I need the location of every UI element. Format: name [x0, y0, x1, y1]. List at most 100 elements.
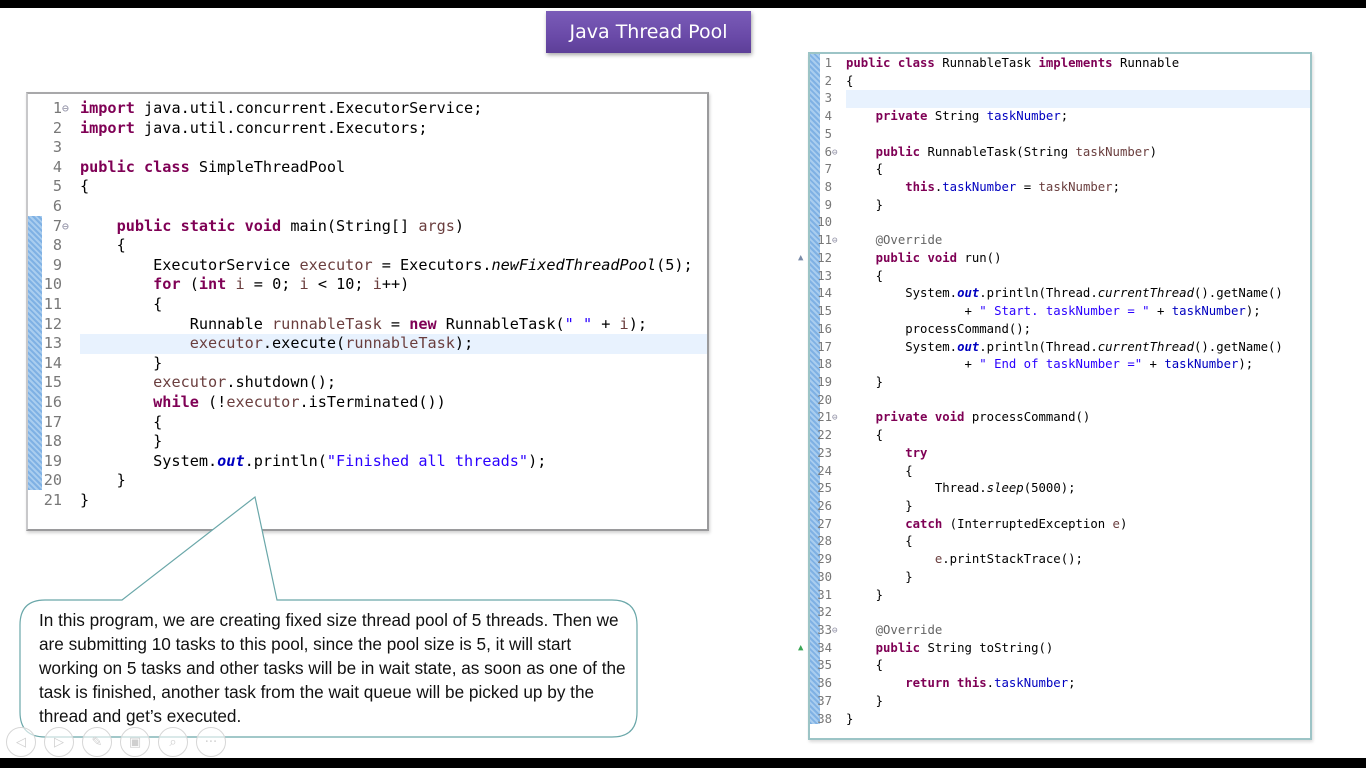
code-line[interactable]: 24 { — [810, 463, 1310, 481]
code-line[interactable]: 20 — [810, 392, 1310, 410]
code-line[interactable]: 26 } — [810, 498, 1310, 516]
fold-gutter — [62, 236, 76, 256]
code-line[interactable]: 23 try — [810, 445, 1310, 463]
fold-gutter — [62, 197, 76, 217]
code-line[interactable]: 32 — [810, 604, 1310, 622]
code-line[interactable]: 16 while (!executor.isTerminated()) — [28, 393, 707, 413]
code-lines: 1 public class RunnableTask implements Ru… — [798, 55, 1310, 729]
line-number: 13 — [817, 268, 832, 283]
code-text: @Override — [875, 233, 943, 248]
code-line[interactable]: 12 ▲ public void run() — [798, 250, 1310, 268]
code-line[interactable]: 14 System.out.println(Thread.currentThre… — [810, 285, 1310, 303]
code-line[interactable]: 30 } — [810, 569, 1310, 587]
code-text: public RunnableTask(String taskNumber) — [875, 144, 1157, 159]
code-line[interactable]: 19 } — [810, 374, 1310, 392]
code-text: } — [846, 374, 884, 389]
code-line[interactable]: 3 — [28, 138, 707, 158]
code-line[interactable]: 17 System.out.println(Thread.currentThre… — [810, 339, 1310, 357]
code-line[interactable]: 36 return this.taskNumber; — [810, 675, 1310, 693]
implements-marker-icon[interactable]: ▲ — [798, 640, 803, 658]
code-line[interactable]: 4 public class SimpleThreadPool — [28, 158, 707, 178]
code-line[interactable]: 10 — [810, 214, 1310, 232]
fold-collapse-icon[interactable]: ⊖ — [62, 99, 76, 119]
code-line[interactable]: 31 } — [810, 587, 1310, 605]
code-line[interactable]: 2{ — [810, 73, 1310, 91]
code-line[interactable]: 2 import java.util.concurrent.Executors; — [28, 119, 707, 139]
code-line[interactable]: 13 { — [810, 268, 1310, 286]
code-line[interactable]: 28 { — [810, 533, 1310, 551]
code-text: + " Start. taskNumber = " + taskNumber); — [846, 304, 1261, 319]
code-line[interactable]: 13 executor.execute(runnableTask); — [28, 334, 707, 354]
code-line[interactable]: 22 { — [810, 427, 1310, 445]
code-line[interactable]: 5{ — [28, 177, 707, 197]
fold-gutter — [832, 108, 844, 126]
code-line[interactable]: 1 ⊖ import java.util.concurrent.ExecutorSe… — [28, 99, 707, 119]
code-line[interactable]: 15 + " Start. taskNumber = " + taskNumbe… — [810, 303, 1310, 321]
line-number: 8 — [824, 180, 832, 195]
slides-button[interactable]: ▣ — [120, 727, 150, 757]
pen-button[interactable]: ✎ — [82, 727, 112, 757]
code-line[interactable]: 27 catch (InterruptedException e) — [810, 516, 1310, 534]
code-line[interactable]: 33 ⊖ @Override — [810, 622, 1310, 640]
code-line[interactable]: 35 { — [810, 657, 1310, 675]
code-line[interactable]: 18 } — [28, 432, 707, 452]
code-line[interactable]: 4 private String taskNumber; — [810, 108, 1310, 126]
fold-collapse-icon[interactable]: ⊖ — [832, 232, 844, 250]
code-line[interactable]: 12 Runnable runnableTask = new RunnableT… — [28, 315, 707, 335]
code-line[interactable]: 1 public class RunnableTask implements Ru… — [810, 55, 1310, 73]
override-marker-icon[interactable]: ▲ — [798, 250, 803, 268]
code-line[interactable]: 34 ▲ public String toString() — [798, 640, 1310, 658]
code-line[interactable]: 21} — [28, 491, 707, 511]
line-number: 34 ▲ — [798, 640, 832, 658]
code-text: public class SimpleThreadPool — [80, 157, 346, 176]
code-text: } — [846, 693, 884, 708]
code-line[interactable]: 5 — [810, 126, 1310, 144]
line-number: 23 — [817, 445, 832, 460]
code-text: import java.util.concurrent.Executors; — [80, 118, 428, 137]
fold-collapse-icon[interactable]: ⊖ — [832, 144, 844, 162]
code-line[interactable]: 8 { — [28, 236, 707, 256]
code-line[interactable]: 37 } — [810, 693, 1310, 711]
code-line[interactable]: 18 + " End of taskNumber =" + taskNumber… — [810, 356, 1310, 374]
slide-title: Java Thread Pool — [546, 11, 751, 53]
code-line[interactable]: 10 for (int i = 0; i < 10; i++) — [28, 275, 707, 295]
line-number: 36 — [817, 676, 832, 691]
fold-gutter — [832, 374, 844, 392]
top-letterbox — [0, 0, 1366, 8]
code-line[interactable]: 9 } — [810, 197, 1310, 215]
code-line[interactable]: 29 e.printStackTrace(); — [810, 551, 1310, 569]
code-line[interactable]: 11 ⊖ @Override — [810, 232, 1310, 250]
code-line[interactable]: 11 { — [28, 295, 707, 315]
fold-collapse-icon[interactable]: ⊖ — [832, 409, 844, 427]
code-line[interactable]: 14 } — [28, 354, 707, 374]
code-line[interactable]: 7 ⊖ public static void main(String[] args… — [28, 217, 707, 237]
code-line[interactable]: 16 processCommand(); — [810, 321, 1310, 339]
fold-collapse-icon[interactable]: ⊖ — [62, 217, 76, 237]
code-line[interactable]: 38} — [810, 711, 1310, 729]
previous-button[interactable]: ◁ — [6, 727, 36, 757]
code-line[interactable]: 7 { — [810, 161, 1310, 179]
code-line[interactable]: 21 ⊖ private void processCommand() — [810, 409, 1310, 427]
fold-collapse-icon[interactable]: ⊖ — [832, 622, 844, 640]
code-text: { — [846, 463, 913, 478]
code-line[interactable]: 9 ExecutorService executor = Executors.n… — [28, 256, 707, 276]
line-number: 30 — [817, 569, 832, 584]
next-button[interactable]: ▷ — [44, 727, 74, 757]
code-line[interactable]: 20 } — [28, 471, 707, 491]
code-line[interactable]: 25 Thread.sleep(5000); — [810, 480, 1310, 498]
code-line[interactable]: 6 ⊖ public RunnableTask(String taskNumber… — [810, 144, 1310, 162]
code-line[interactable]: 6 — [28, 197, 707, 217]
code-line[interactable]: 8 this.taskNumber = taskNumber; — [810, 179, 1310, 197]
code-line[interactable]: 15 executor.shutdown(); — [28, 373, 707, 393]
more-button[interactable]: ··· — [196, 727, 226, 757]
zoom-button[interactable]: ⌕ — [158, 727, 188, 757]
code-line[interactable]: 19 System.out.println("Finished all thre… — [28, 452, 707, 472]
code-line[interactable]: 3 — [810, 90, 1310, 108]
code-text: } — [846, 569, 913, 584]
code-text: { — [846, 534, 913, 549]
code-line[interactable]: 17 { — [28, 413, 707, 433]
code-text: { — [80, 177, 90, 196]
fold-gutter — [62, 393, 76, 413]
